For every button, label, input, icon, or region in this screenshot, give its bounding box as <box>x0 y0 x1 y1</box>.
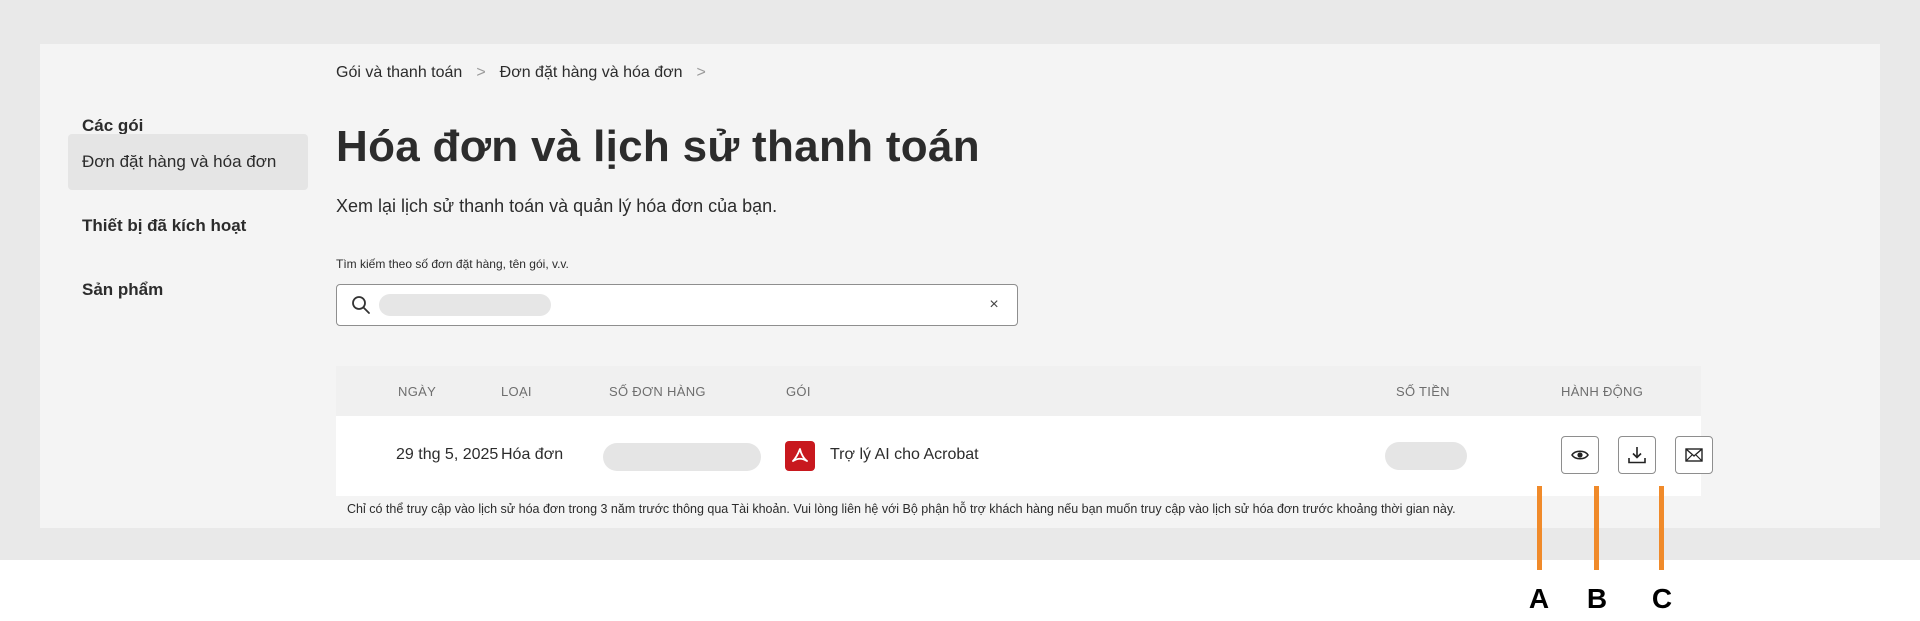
sidebar-item-label: Đơn đặt hàng và hóa đơn <box>82 152 277 171</box>
callout-line-c <box>1659 486 1664 570</box>
callout-line-b <box>1594 486 1599 570</box>
search-icon <box>352 296 370 314</box>
table-header: NGÀY LOẠI SỐ ĐƠN HÀNG GÓI SỐ TIỀN HÀNH Đ… <box>336 366 1701 416</box>
column-header-type[interactable]: LOẠI <box>501 384 532 399</box>
invoice-table: NGÀY LOẠI SỐ ĐƠN HÀNG GÓI SỐ TIỀN HÀNH Đ… <box>336 366 1713 496</box>
eye-icon <box>1571 450 1589 460</box>
callout-label-c: C <box>1651 583 1673 614</box>
search-label: Tìm kiếm theo số đơn đặt hàng, tên gói, … <box>336 257 569 271</box>
sidebar-item-label: Các gói <box>82 116 144 135</box>
search-input[interactable]: × <box>336 284 1018 326</box>
sidebar-item-label: Sản phẩm <box>82 280 164 299</box>
column-header-amount[interactable]: SỐ TIỀN <box>1396 384 1450 399</box>
amount-redacted <box>1385 442 1467 470</box>
search-value-redacted <box>379 294 551 316</box>
column-header-order-number[interactable]: SỐ ĐƠN HÀNG <box>609 384 706 399</box>
table-row: 29 thg 5, 2025 Hóa đơn Trợ lý AI cho Acr… <box>336 416 1713 496</box>
column-header-plan[interactable]: GÓI <box>786 384 811 399</box>
pdf-icon <box>785 441 815 471</box>
column-header-date[interactable]: NGÀY <box>398 384 436 399</box>
breadcrumb-link-plans-billing[interactable]: Gói và thanh toán <box>336 64 462 82</box>
breadcrumb: Gói và thanh toán > Đơn đặt hàng và hóa … <box>336 64 720 82</box>
breadcrumb-link-orders-invoices[interactable]: Đơn đặt hàng và hóa đơn <box>500 64 683 82</box>
breadcrumb-separator: > <box>476 64 486 81</box>
breadcrumb-separator: > <box>696 64 706 81</box>
view-invoice-button[interactable] <box>1561 436 1599 474</box>
column-header-actions: HÀNH ĐỘNG <box>1561 384 1644 399</box>
clear-search-button[interactable]: × <box>983 293 1005 317</box>
mail-icon <box>1685 448 1703 462</box>
page-subtitle: Xem lại lịch sử thanh toán và quản lý hó… <box>336 196 778 216</box>
sidebar-item-orders-invoices[interactable]: Đơn đặt hàng và hóa đơn <box>68 134 308 190</box>
order-number-redacted <box>603 443 761 471</box>
row-date: 29 thg 5, 2025 <box>396 446 499 463</box>
row-plan: Trợ lý AI cho Acrobat <box>830 446 979 463</box>
sidebar-item-products[interactable]: Sản phẩm <box>68 262 308 318</box>
row-type: Hóa đơn <box>501 446 564 463</box>
callout-label-a: A <box>1528 583 1550 614</box>
history-access-note: Chỉ có thể truy cập vào lịch sử hóa đơn … <box>347 502 1456 516</box>
callout-line-a <box>1537 486 1542 570</box>
email-invoice-button[interactable] <box>1675 436 1713 474</box>
sidebar-item-label: Thiết bị đã kích hoạt <box>82 216 247 235</box>
callout-label-b: B <box>1586 583 1608 614</box>
sidebar-item-activated-devices[interactable]: Thiết bị đã kích hoạt <box>68 198 308 254</box>
download-icon <box>1628 447 1646 464</box>
download-invoice-button[interactable] <box>1618 436 1656 474</box>
page-title: Hóa đơn và lịch sử thanh toán <box>336 122 980 171</box>
main-panel: Các gói Đơn đặt hàng và hóa đơn Thiết bị… <box>40 44 1880 528</box>
